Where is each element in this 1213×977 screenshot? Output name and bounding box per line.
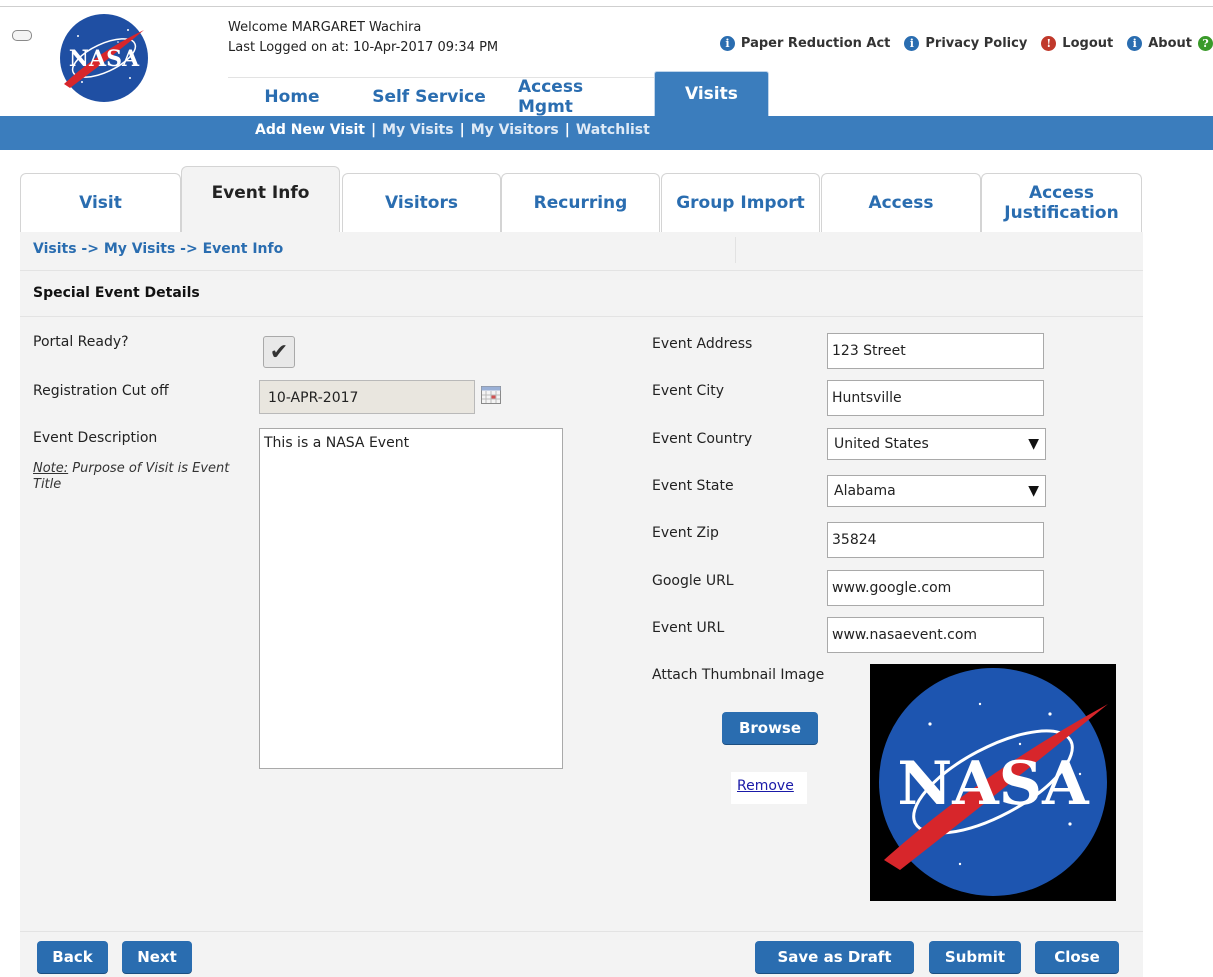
- portal-ready-label: Portal Ready?: [33, 334, 129, 350]
- tab-event-info[interactable]: Event Info: [181, 166, 340, 232]
- dropdown-arrow-icon: ▼: [1028, 436, 1039, 452]
- logo-text: NASA: [69, 46, 140, 72]
- sub-nav: Add New Visit | My Visits | My Visitors | Watc…: [255, 122, 650, 138]
- breadcrumb[interactable]: Visits -> My Visits -> Event Info: [33, 241, 283, 257]
- logout-label: Logout: [1062, 36, 1114, 51]
- tab-visit[interactable]: Visit: [20, 173, 181, 232]
- welcome-text: Welcome MARGARET Wachira: [228, 20, 422, 35]
- tab-self-service[interactable]: Self Service: [356, 77, 502, 116]
- google-url-field[interactable]: www.google.com: [827, 570, 1044, 606]
- dropdown-arrow-icon: ▼: [1028, 483, 1039, 499]
- last-logged-text: Last Logged on at: 10-Apr-2017 09:34 PM: [228, 40, 499, 55]
- event-city-field[interactable]: Huntsville: [827, 380, 1044, 416]
- footer-divider: [20, 931, 1143, 932]
- privacy-policy-link[interactable]: i Privacy Policy: [904, 36, 1027, 51]
- about-link[interactable]: i About ?: [1127, 36, 1213, 51]
- collapse-toggle[interactable]: [12, 30, 32, 41]
- subnav-add-new-visit[interactable]: Add New Visit: [255, 122, 365, 138]
- paper-reduction-label: Paper Reduction Act: [740, 36, 891, 51]
- google-url-label: Google URL: [652, 573, 734, 589]
- remove-link[interactable]: Remove: [737, 778, 794, 794]
- event-description-note: Note: Purpose of Visit is Event Title: [33, 461, 233, 493]
- subnav-separator: |: [564, 122, 570, 138]
- section-title: Special Event Details: [33, 285, 200, 301]
- browse-button[interactable]: Browse: [722, 712, 818, 744]
- divider: [20, 270, 1143, 271]
- info-icon: i: [1127, 36, 1143, 51]
- info-icon: i: [904, 36, 920, 51]
- event-address-field[interactable]: 123 Street: [827, 333, 1044, 369]
- event-state-select[interactable]: Alabama ▼: [827, 475, 1046, 507]
- info-icon: i: [719, 36, 735, 51]
- event-address-label: Event Address: [652, 336, 753, 352]
- tab-access-justification[interactable]: Access Justification: [981, 173, 1142, 232]
- registration-cutoff-label: Registration Cut off: [33, 383, 169, 399]
- close-button[interactable]: Close: [1035, 941, 1119, 973]
- back-button[interactable]: Back: [37, 941, 108, 973]
- visit-tabs: Visit Event Info Visitors Recurring Grou…: [20, 166, 1143, 232]
- subnav-separator: |: [370, 122, 377, 138]
- top-links: i Paper Reduction Act i Privacy Policy !…: [719, 36, 1213, 51]
- event-state-value: Alabama: [834, 483, 896, 499]
- event-description-label: Event Description: [33, 430, 158, 446]
- thumbnail-image: NASA: [870, 664, 1116, 901]
- divider: [20, 316, 1143, 317]
- subnav-my-visitors[interactable]: My Visitors: [471, 122, 559, 138]
- event-description-textarea[interactable]: This is a NASA Event: [259, 428, 563, 769]
- event-zip-field[interactable]: 35824: [827, 522, 1044, 558]
- event-url-field[interactable]: www.nasaevent.com: [827, 617, 1044, 653]
- event-city-label: Event City: [652, 383, 724, 399]
- event-url-label: Event URL: [652, 620, 725, 636]
- registration-cutoff-field[interactable]: 10-APR-2017: [259, 380, 475, 414]
- submit-button[interactable]: Submit: [929, 941, 1021, 973]
- calendar-icon[interactable]: [481, 386, 501, 404]
- logout-link[interactable]: ! Logout: [1041, 36, 1113, 51]
- note-prefix: Note:: [33, 461, 69, 476]
- privacy-policy-label: Privacy Policy: [925, 36, 1028, 51]
- event-zip-label: Event Zip: [652, 525, 719, 541]
- next-button[interactable]: Next: [122, 941, 192, 973]
- thumbnail-logo-text: NASA: [897, 749, 1090, 819]
- subnav-my-visits[interactable]: My Visits: [382, 122, 453, 138]
- tab-access[interactable]: Access: [821, 173, 981, 232]
- tab-visitors[interactable]: Visitors: [342, 173, 501, 232]
- event-state-label: Event State: [652, 478, 734, 494]
- paper-reduction-link[interactable]: i Paper Reduction Act: [719, 36, 891, 51]
- event-country-label: Event Country: [652, 431, 753, 447]
- welcome-block: Welcome MARGARET Wachira Last Logged on …: [228, 18, 498, 58]
- attach-thumbnail-label: Attach Thumbnail Image: [652, 667, 825, 683]
- top-border: [0, 6, 1213, 7]
- event-country-select[interactable]: United States ▼: [827, 428, 1046, 460]
- alert-icon: !: [1041, 36, 1057, 51]
- subnav-watchlist[interactable]: Watchlist: [576, 122, 650, 138]
- save-draft-button[interactable]: Save as Draft: [755, 941, 914, 973]
- tab-recurring[interactable]: Recurring: [501, 173, 660, 232]
- tab-home[interactable]: Home: [228, 77, 356, 116]
- nasa-logo: NASA: [60, 14, 148, 102]
- tab-group-import[interactable]: Group Import: [661, 173, 820, 232]
- subnav-separator: |: [459, 122, 465, 138]
- event-country-value: United States: [834, 436, 929, 452]
- tab-access-mgmt[interactable]: Access Mgmt: [502, 77, 654, 117]
- help-icon[interactable]: ?: [1198, 36, 1213, 51]
- checkmark-icon: ✔: [269, 339, 289, 365]
- tab-visits[interactable]: Visits: [654, 71, 769, 116]
- about-label: About: [1148, 36, 1192, 51]
- main-tabs: Home Self Service Access Mgmt Visits: [228, 71, 769, 117]
- portal-ready-checkbox[interactable]: ✔: [263, 336, 295, 368]
- breadcrumb-divider: [735, 237, 736, 263]
